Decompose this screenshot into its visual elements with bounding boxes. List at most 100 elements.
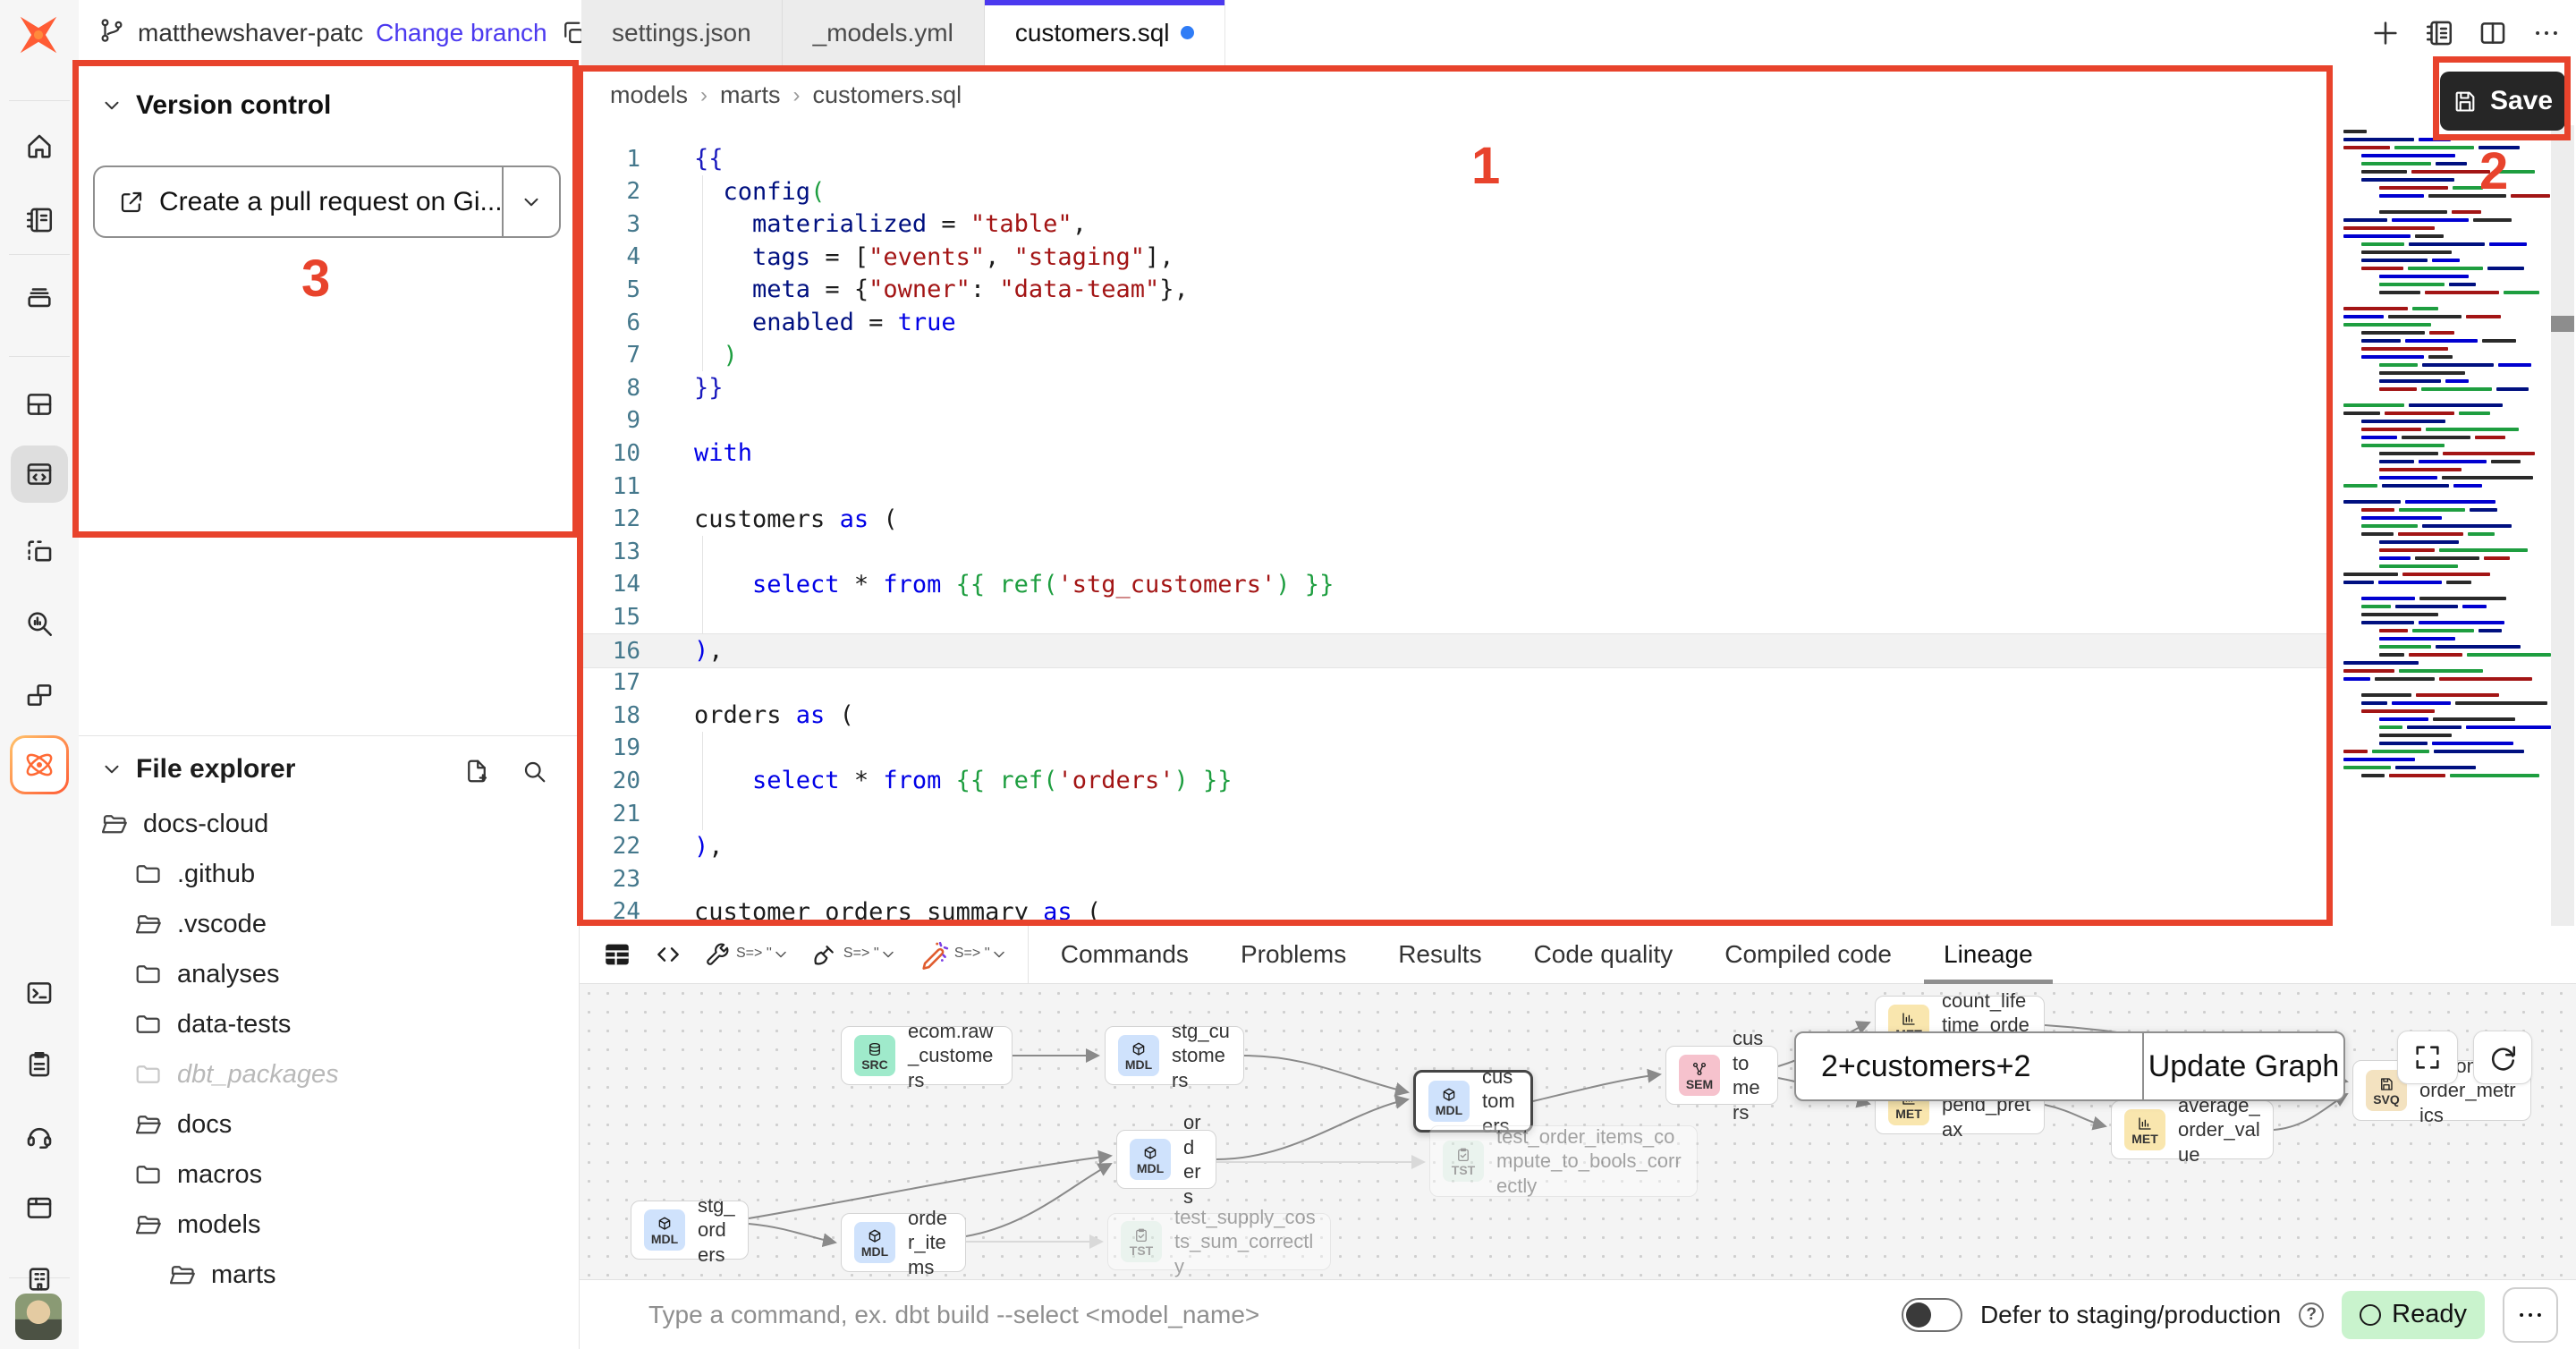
chevron-down-icon[interactable] (100, 758, 123, 781)
more-options-button[interactable] (2503, 1287, 2558, 1343)
bottom-tab-lineage[interactable]: Lineage (1944, 926, 2033, 984)
code-line-6[interactable]: 6 enabled = true (580, 306, 2333, 339)
code-line-9[interactable]: 9 (580, 404, 2333, 437)
tab-settings.json[interactable]: settings.json (581, 0, 783, 65)
lineage-node-stg_customers[interactable]: MDLstg_customers (1105, 1026, 1244, 1085)
code-line-7[interactable]: 7 ) (580, 339, 2333, 372)
save-button[interactable]: Save (2440, 72, 2565, 131)
sidebar-item-browser[interactable] (11, 1179, 68, 1236)
update-graph-button[interactable]: Update Graph (2142, 1033, 2343, 1099)
code-line-3[interactable]: 3 materialized = "table", (580, 208, 2333, 241)
add-icon[interactable] (2370, 18, 2401, 48)
code-line-5[interactable]: 5 meta = {"owner": "data-team"}, (580, 273, 2333, 306)
tab-customers.sql[interactable]: customers.sql (985, 0, 1225, 65)
lineage-node-test_order_items_compute_to_bools_correctly[interactable]: TSTtest_order_items_compute_to_bools_cor… (1429, 1125, 1698, 1197)
file-tree-item-.vscode[interactable]: .vscode (79, 899, 580, 949)
lineage-node-test_supply_costs_sum_correctly[interactable]: TSTtest_supply_costs_sum_correctly (1107, 1213, 1331, 1270)
code-line-16[interactable]: 16), (580, 633, 2333, 668)
file-tree-item-macros[interactable]: macros (79, 1150, 580, 1200)
user-avatar[interactable] (15, 1294, 62, 1340)
build-tools-icon[interactable]: S=> '' (704, 941, 790, 968)
new-file-icon[interactable] (463, 758, 490, 785)
fullscreen-button[interactable] (2397, 1031, 2458, 1084)
tab-_models.yml[interactable]: _models.yml (783, 0, 985, 65)
sidebar-item-dashboard[interactable] (11, 376, 68, 433)
preview-table-icon[interactable] (602, 939, 632, 970)
bottom-tab-problems[interactable]: Problems (1241, 926, 1346, 984)
lineage-selector-input[interactable]: 2+customers+2 (1796, 1033, 2142, 1099)
code-line-8[interactable]: 8}} (580, 371, 2333, 404)
lineage-canvas[interactable]: SRCecom.raw_customers MDLstg_customers MDL… (580, 984, 2576, 1279)
file-tree-item-docs-cloud[interactable]: docs-cloud (79, 799, 580, 849)
sidebar-item-terminal[interactable] (11, 964, 68, 1022)
lineage-node-stg_orders[interactable]: MDLstg_orders (631, 1201, 749, 1260)
code-line-20[interactable]: 20 select * from {{ ref('orders') }} (580, 764, 2333, 797)
bottom-tab-compiled-code[interactable]: Compiled code (1724, 926, 1892, 984)
code-line-24[interactable]: 24customer_orders_summary as ( (580, 895, 2333, 929)
file-tree-item-analyses[interactable]: analyses (79, 949, 580, 999)
chevron-down-icon[interactable]: S=> '' (954, 946, 1008, 963)
lineage-node-order_items[interactable]: MDLorder_items (841, 1213, 966, 1272)
sidebar-item-support[interactable] (11, 1107, 68, 1165)
bottom-tab-commands[interactable]: Commands (1061, 926, 1189, 984)
sidebar-item-fusion[interactable] (10, 735, 69, 794)
change-branch-link[interactable]: Change branch (376, 19, 547, 47)
command-input[interactable]: Type a command, ex. dbt build --select <… (648, 1301, 1902, 1329)
breadcrumb-item[interactable]: marts (720, 81, 781, 109)
chevron-down-icon[interactable]: S=> '' (736, 946, 790, 963)
code-line-23[interactable]: 23 (580, 862, 2333, 895)
lineage-node-average_order_value[interactable]: METaverage_order_value (2111, 1100, 2274, 1159)
lineage-node-customers[interactable]: MDLcustomers (1413, 1070, 1533, 1133)
sidebar-item-code-editor[interactable] (11, 445, 68, 503)
more-icon[interactable] (2531, 18, 2562, 48)
sidebar-item-notebook[interactable] (11, 191, 68, 249)
code-line-14[interactable]: 14 select * from {{ ref('stg_customers')… (580, 568, 2333, 601)
code-line-2[interactable]: 2 config( (580, 175, 2333, 208)
code-line-17[interactable]: 17 (580, 666, 2333, 700)
scrollbar-thumb[interactable] (2551, 316, 2574, 332)
code-line-18[interactable]: 18orders as ( (580, 699, 2333, 732)
sidebar-item-frame[interactable] (11, 523, 68, 581)
outline-icon[interactable] (2424, 18, 2454, 48)
file-tree-item-marts[interactable]: marts (79, 1250, 580, 1300)
file-tree-item-dbt_packages[interactable]: dbt_packages (79, 1049, 580, 1099)
bottom-tab-code-quality[interactable]: Code quality (1534, 926, 1674, 984)
pr-dropdown-toggle[interactable] (502, 167, 559, 236)
code-line-10[interactable]: 10with (580, 437, 2333, 470)
code-line-4[interactable]: 4 tags = ["events", "staging"], (580, 241, 2333, 274)
code-line-15[interactable]: 15 (580, 600, 2333, 633)
code-line-13[interactable]: 13 (580, 535, 2333, 568)
refresh-graph-button[interactable] (2473, 1031, 2532, 1084)
breadcrumb-item[interactable]: models (610, 81, 688, 109)
bottom-tab-results[interactable]: Results (1398, 926, 1481, 984)
code-line-21[interactable]: 21 (580, 797, 2333, 830)
sidebar-item-stack[interactable] (11, 268, 68, 326)
create-pr-button[interactable]: Create a pull request on Gi... (93, 165, 561, 238)
breadcrumb-item[interactable]: customers.sql (813, 81, 962, 109)
sidebar-item-windows[interactable] (11, 666, 68, 724)
lineage-node-orders[interactable]: MDLorders (1116, 1130, 1216, 1189)
code-line-22[interactable]: 22), (580, 830, 2333, 863)
search-icon[interactable] (521, 758, 547, 785)
code-line-19[interactable]: 19 (580, 732, 2333, 765)
sidebar-item-checklist[interactable] (11, 1036, 68, 1093)
code-line-12[interactable]: 12customers as ( (580, 503, 2333, 536)
sidebar-item-audit[interactable] (11, 595, 68, 652)
code-icon[interactable] (654, 940, 682, 969)
sidebar-item-home[interactable] (11, 118, 68, 175)
file-tree-item-data-tests[interactable]: data-tests (79, 999, 580, 1049)
chevron-down-icon[interactable]: S=> '' (843, 946, 897, 963)
lineage-node-customers[interactable]: SEMcustomers (1665, 1046, 1778, 1105)
file-tree-item-models[interactable]: models (79, 1200, 580, 1250)
lineage-node-ecom.raw_customers[interactable]: SRCecom.raw_customers (841, 1026, 1013, 1085)
editor-scrollbar[interactable] (2551, 125, 2574, 926)
ai-fix-icon[interactable]: S=> '' (919, 939, 1008, 970)
defer-toggle[interactable] (1902, 1298, 1962, 1332)
code-line-1[interactable]: 1{{ (580, 142, 2333, 175)
file-tree-item-docs[interactable]: docs (79, 1099, 580, 1150)
split-view-icon[interactable] (2478, 18, 2508, 48)
dbt-logo-icon[interactable] (14, 11, 63, 59)
minimap[interactable] (2343, 130, 2551, 899)
code-line-11[interactable]: 11 (580, 470, 2333, 503)
file-tree-item-.github[interactable]: .github (79, 849, 580, 899)
